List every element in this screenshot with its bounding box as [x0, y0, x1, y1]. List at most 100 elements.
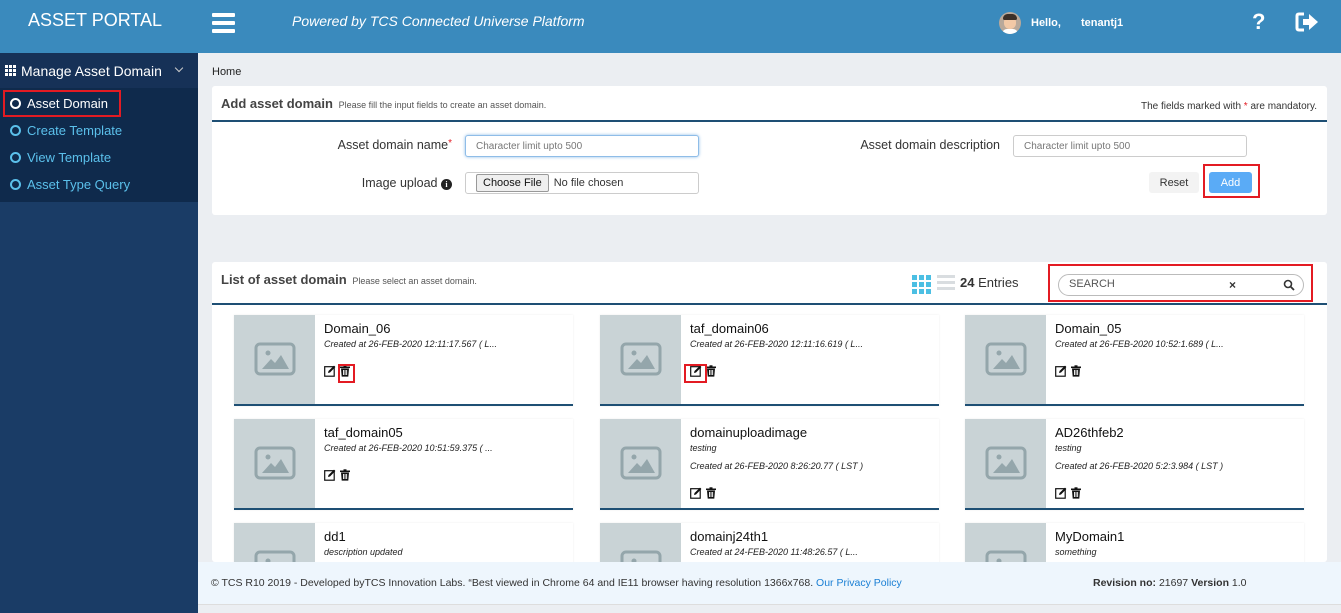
circle-icon [10, 179, 21, 190]
panel-header: Add asset domain Please fill the input f… [212, 86, 1327, 122]
add-asset-domain-panel: Add asset domain Please fill the input f… [212, 86, 1327, 215]
asset-domain-description-label: Asset domain description [860, 138, 1000, 152]
logout-icon[interactable] [1295, 11, 1319, 33]
clear-icon[interactable]: × [1229, 278, 1236, 292]
asset-domain-card[interactable]: domainj24th1 Created at 24-FEB-2020 11:48… [600, 523, 939, 562]
circle-icon [10, 98, 21, 109]
asset-domain-card[interactable]: Domain_06 Created at 26-FEB-2020 12:11:17… [234, 315, 573, 406]
search-input[interactable] [1069, 278, 1219, 290]
card-title: domainj24th1 [690, 529, 769, 544]
menu-icon[interactable] [212, 13, 235, 33]
asset-domain-name-input[interactable] [465, 135, 699, 157]
sidebar-item-asset-domain[interactable]: Asset Domain [0, 90, 198, 117]
sidebar-item-asset-type-query[interactable]: Asset Type Query [0, 171, 198, 198]
image-placeholder-icon [965, 315, 1046, 404]
entries-count: 24 Entries [960, 275, 1019, 290]
card-title: MyDomain1 [1055, 529, 1125, 544]
trash-icon[interactable] [705, 487, 717, 499]
card-description: something [1055, 547, 1097, 557]
trash-icon[interactable] [705, 365, 717, 377]
revision-info: Revision no: 21697 Version 1.0 [1093, 577, 1247, 589]
card-created-at: Created at 26-FEB-2020 5:2:3.984 ( LST ) [1055, 461, 1224, 471]
sidebar-section-manage-asset-domain[interactable]: Manage Asset Domain [0, 53, 198, 88]
sidebar-item-label: View Template [27, 150, 112, 165]
card-title: taf_domain06 [690, 321, 769, 336]
asset-domain-card[interactable]: MyDomain1 something [965, 523, 1304, 562]
card-title: taf_domain05 [324, 425, 403, 440]
trash-icon[interactable] [1070, 365, 1082, 377]
card-created-at: Created at 26-FEB-2020 12:11:17.567 ( L.… [324, 339, 497, 349]
sidebar-section-label: Manage Asset Domain [21, 62, 162, 79]
edit-icon[interactable] [1055, 487, 1067, 499]
sidebar-item-label: Create Template [27, 123, 123, 138]
panel-subtitle: Please fill the input fields to create a… [338, 100, 547, 110]
edit-icon[interactable] [690, 487, 702, 499]
choose-file-button[interactable]: Choose File [476, 174, 549, 192]
card-created-at: Created at 26-FEB-2020 10:52:1.689 ( L..… [1055, 339, 1224, 349]
image-upload-input[interactable]: Choose File No file chosen [465, 172, 699, 194]
trash-icon[interactable] [339, 469, 351, 481]
list-view-icon[interactable] [937, 275, 955, 293]
edit-icon[interactable] [324, 469, 336, 481]
asset-domain-card[interactable]: AD26thfeb2 testing Created at 26-FEB-2020 … [965, 419, 1304, 510]
sidebar-item-create-template[interactable]: Create Template [0, 117, 198, 144]
search-box: × [1058, 274, 1304, 296]
username-text: tenantj1 [1081, 17, 1124, 29]
app-brand: ASSET PORTAL [28, 10, 163, 30]
card-actions [690, 487, 717, 499]
edit-icon[interactable] [1055, 365, 1067, 377]
privacy-policy-link[interactable]: Our Privacy Policy [816, 577, 902, 589]
card-actions [324, 469, 351, 481]
edit-icon[interactable] [324, 365, 336, 377]
breadcrumb[interactable]: Home [212, 66, 241, 78]
card-description: description updated [324, 547, 403, 557]
circle-icon [10, 125, 21, 136]
file-status: No file chosen [553, 177, 624, 189]
asset-domain-card[interactable]: Domain_05 Created at 26-FEB-2020 10:52:1.… [965, 315, 1304, 406]
card-description: testing [690, 443, 717, 453]
footer: © TCS R10 2019 - Developed byTCS Innovat… [198, 562, 1341, 605]
card-title: dd1 [324, 529, 346, 544]
asset-domain-card[interactable]: taf_domain05 Created at 26-FEB-2020 10:51… [234, 419, 573, 510]
card-actions [1055, 365, 1082, 377]
card-title: Domain_06 [324, 321, 391, 336]
card-actions [1055, 487, 1082, 499]
copyright-text: © TCS R10 2019 - Developed byTCS Innovat… [211, 577, 902, 589]
add-button[interactable]: Add [1209, 172, 1252, 193]
card-title: Domain_05 [1055, 321, 1122, 336]
trash-icon[interactable] [1070, 487, 1082, 499]
asset-domain-card[interactable]: domainuploadimage testing Created at 26-FE… [600, 419, 939, 510]
reset-button[interactable]: Reset [1149, 172, 1199, 193]
asset-domain-card[interactable]: dd1 description updated [234, 523, 573, 562]
image-placeholder-icon [600, 523, 681, 562]
card-title: domainuploadimage [690, 425, 808, 440]
asset-domain-card[interactable]: taf_domain06 Created at 26-FEB-2020 12:11… [600, 315, 939, 406]
trash-icon[interactable] [339, 365, 351, 377]
asset-domain-list-panel: List of asset domain Please select an as… [212, 262, 1327, 562]
image-placeholder-icon [965, 523, 1046, 562]
sidebar-item-view-template[interactable]: View Template [0, 144, 198, 171]
card-created-at: Created at 24-FEB-2020 11:48:26.57 ( L..… [690, 547, 858, 557]
panel-title: List of asset domain Please select an as… [221, 272, 477, 287]
user-avatar[interactable] [999, 12, 1021, 34]
panel-title: Add asset domain Please fill the input f… [221, 96, 547, 111]
info-icon[interactable]: i [441, 179, 452, 190]
card-created-at: Created at 26-FEB-2020 10:51:59.375 ( ..… [324, 443, 493, 453]
grid-view-icon[interactable] [912, 275, 931, 294]
greeting-text: Hello, [1031, 17, 1061, 29]
image-placeholder-icon [234, 419, 315, 508]
asset-domain-description-input[interactable] [1013, 135, 1247, 157]
image-placeholder-icon [965, 419, 1046, 508]
card-actions [324, 365, 351, 377]
grid-icon [5, 65, 16, 76]
chevron-down-icon [174, 63, 184, 73]
sidebar-item-label: Asset Domain [27, 96, 108, 111]
edit-icon[interactable] [690, 365, 702, 377]
help-icon[interactable]: ? [1252, 9, 1265, 35]
sidebar: Manage Asset Domain Asset Domain Create … [0, 53, 198, 613]
panel-header: List of asset domain Please select an as… [212, 262, 1327, 305]
search-icon[interactable] [1283, 279, 1295, 291]
asset-domain-name-label: Asset domain name* [337, 138, 452, 152]
mandatory-note: The fields marked with * are mandatory. [1140, 101, 1317, 112]
card-created-at: Created at 26-FEB-2020 12:11:16.619 ( L.… [690, 339, 863, 349]
